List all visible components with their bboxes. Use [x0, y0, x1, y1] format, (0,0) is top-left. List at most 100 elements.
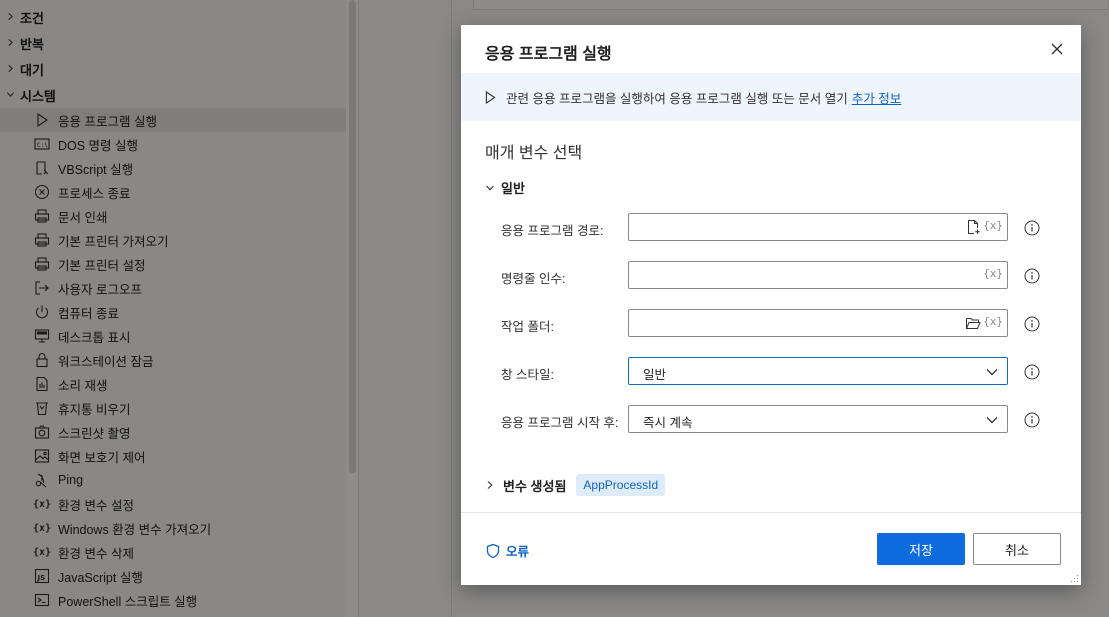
action-item-label: Windows 환경 변수 가져오기	[58, 522, 212, 537]
action-item-label: 휴지통 비우기	[58, 402, 131, 417]
general-group-toggle[interactable]: 일반	[485, 178, 525, 197]
action-item[interactable]: 기본 프린터 가져오기	[0, 228, 346, 252]
action-item[interactable]: {x} Windows 환경 변수 가져오기	[0, 516, 346, 540]
play-icon	[485, 90, 496, 104]
variables-produced-toggle[interactable]: 변수 생성됨 AppProcessId	[485, 474, 666, 496]
actions-scrollbar-thumb[interactable]	[349, 0, 356, 473]
action-item-label: 화면 보호기 제어	[58, 450, 146, 465]
action-item[interactable]: 휴지통 비우기	[0, 396, 346, 420]
action-item[interactable]: VBScript 실행	[0, 156, 346, 180]
chevron-down-icon	[486, 185, 494, 191]
info-icon[interactable]	[1024, 220, 1040, 236]
action-item[interactable]: 문서 인쇄	[0, 204, 346, 228]
action-item[interactable]: 데스크톱 표시	[0, 324, 346, 348]
action-item[interactable]: 소리 재생	[0, 372, 346, 396]
app-path-label: 응용 프로그램 경로:	[501, 224, 604, 238]
action-item[interactable]: {x} 환경 변수 삭제	[0, 540, 346, 564]
info-text: 관련 응용 프로그램을 실행하여 응용 프로그램 실행 또는 문서 열기	[506, 91, 848, 106]
action-item-label: 환경 변수 삭제	[58, 546, 134, 561]
recycle-bin-icon	[33, 399, 51, 417]
action-item[interactable]: JS JavaScript 실행	[0, 564, 346, 588]
info-icon[interactable]	[1024, 364, 1040, 380]
actions-panel: 조건반복대기시스템응용 프로그램 실행 C:\ DOS 명령 실행 VBScript …	[0, 0, 358, 617]
action-item-label: 문서 인쇄	[58, 210, 108, 225]
category-row[interactable]: 반복	[0, 30, 346, 56]
chevron-down-icon	[986, 417, 998, 424]
logoff-icon	[33, 279, 51, 297]
action-item-label: 응용 프로그램 실행	[58, 114, 157, 129]
info-icon[interactable]	[1024, 316, 1040, 332]
resize-grip-icon[interactable]	[1069, 573, 1079, 583]
on-error-label: 오류	[506, 545, 530, 559]
action-item[interactable]: 스크린샷 촬영	[0, 420, 346, 444]
window-style-label: 창 스타일:	[501, 368, 554, 382]
after-launch-value: 즉시 계속	[643, 416, 693, 430]
close-circle-icon	[33, 183, 51, 201]
action-item[interactable]: 컴퓨터 종료	[0, 300, 346, 324]
powershell-icon	[33, 591, 51, 609]
category-row[interactable]: 조건	[0, 4, 346, 30]
args-input[interactable]: {x}	[628, 261, 1008, 289]
variable-icon[interactable]: {x}	[983, 219, 1003, 232]
variable-icon[interactable]: {x}	[983, 315, 1003, 328]
ping-icon	[33, 471, 51, 489]
variable-icon[interactable]: {x}	[983, 267, 1003, 280]
run-application-dialog: 응용 프로그램 실행 관련 응용 프로그램을 실행하여 응용 프로그램 실행 또…	[461, 25, 1081, 585]
category-row[interactable]: 대기	[0, 56, 346, 82]
printer-icon	[33, 207, 51, 225]
action-item[interactable]: 워크스테이션 잠금	[0, 348, 346, 372]
action-item-label: 스크린샷 촬영	[58, 426, 131, 441]
info-bar: 관련 응용 프로그램을 실행하여 응용 프로그램 실행 또는 문서 열기 추가 …	[461, 73, 1081, 121]
action-item[interactable]: 프로세스 종료	[0, 180, 346, 204]
chevron-right-icon	[6, 10, 20, 24]
action-item[interactable]: PowerShell 스크립트 실행	[0, 588, 346, 612]
cmd-icon-text: C:\	[37, 142, 48, 149]
window-style-value: 일반	[643, 368, 667, 382]
screensaver-icon	[33, 447, 51, 465]
info-icon[interactable]	[1024, 268, 1040, 284]
close-icon[interactable]	[1047, 39, 1067, 59]
action-item[interactable]: 응용 프로그램 실행	[0, 108, 346, 132]
action-item[interactable]: C:\ DOS 명령 실행	[0, 132, 346, 156]
play-icon	[33, 111, 51, 129]
chevron-right-icon	[487, 481, 493, 489]
window-style-select[interactable]: 일반	[628, 357, 1008, 385]
group-label: 일반	[501, 181, 525, 196]
info-icon[interactable]	[1024, 412, 1040, 428]
actions-tree: 조건반복대기시스템응용 프로그램 실행 C:\ DOS 명령 실행 VBScript …	[0, 4, 346, 612]
category-label: 대기	[20, 62, 44, 78]
action-item[interactable]: 화면 보호기 제어	[0, 444, 346, 468]
args-label: 명령줄 인수:	[501, 272, 566, 286]
variable-pill[interactable]: AppProcessId	[576, 474, 666, 496]
workspace-step-card	[473, 0, 1109, 10]
app-path-input[interactable]: {x}	[628, 213, 1008, 241]
section-title: 매개 변수 선택	[485, 145, 583, 162]
category-label: 반복	[20, 36, 44, 52]
action-item-label: JavaScript 실행	[58, 570, 143, 585]
save-button[interactable]: 저장	[877, 533, 965, 565]
variable-icon: {x}	[32, 522, 52, 534]
dialog-title: 응용 프로그램 실행	[485, 46, 612, 63]
power-icon	[33, 303, 51, 321]
folder-picker-icon[interactable]	[965, 315, 981, 331]
variable-icon: {x}	[32, 546, 52, 558]
printer-icon	[33, 231, 51, 249]
middle-panel	[358, 0, 451, 617]
more-info-link[interactable]: 추가 정보	[852, 88, 901, 107]
js-icon: JS	[33, 567, 51, 585]
action-item-label: 컴퓨터 종료	[58, 306, 119, 321]
action-item[interactable]: 사용자 로그오프	[0, 276, 346, 300]
action-item[interactable]: 기본 프린터 설정	[0, 252, 346, 276]
action-item-label: DOS 명령 실행	[58, 138, 139, 153]
file-picker-icon[interactable]	[965, 219, 981, 235]
cancel-button[interactable]: 취소	[973, 533, 1061, 565]
action-item-label: 기본 프린터 가져오기	[58, 234, 169, 249]
after-launch-select[interactable]: 즉시 계속	[628, 405, 1008, 433]
working-folder-input[interactable]: {x}	[628, 309, 1008, 337]
action-item[interactable]: Ping	[0, 468, 346, 492]
footer-divider	[461, 512, 1081, 513]
action-item-label: VBScript 실행	[58, 162, 134, 177]
category-row[interactable]: 시스템	[0, 82, 346, 108]
on-error-button[interactable]: 오류	[485, 541, 529, 560]
action-item[interactable]: {x} 환경 변수 설정	[0, 492, 346, 516]
